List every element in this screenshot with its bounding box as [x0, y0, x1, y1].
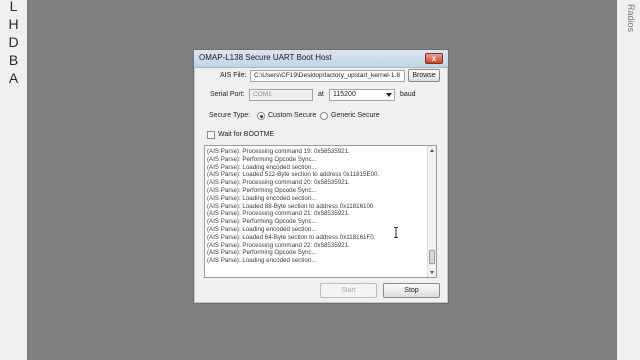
baud-rate-select[interactable]: 115200 — [329, 89, 395, 101]
uart-boot-host-dialog: OMAP-L138 Secure UART Boot Host x AIS Fi… — [193, 49, 449, 304]
generic-secure-label[interactable]: Generic Secure — [331, 112, 380, 119]
log-line: (AIS Parse): Performing Opcode Sync... — [207, 218, 317, 226]
wait-for-bootme-label[interactable]: Wait for BOOTME — [218, 131, 274, 138]
log-line: (AIS Parse): Loading encoded section... — [207, 194, 317, 202]
stop-button[interactable]: Stop — [383, 283, 440, 298]
custom-secure-radio[interactable] — [257, 112, 265, 120]
letter-h[interactable]: H — [8, 16, 19, 32]
generic-secure-radio[interactable] — [320, 112, 328, 120]
wait-for-bootme-checkbox[interactable] — [207, 131, 215, 139]
letter-a[interactable]: A — [9, 70, 19, 86]
custom-secure-label[interactable]: Custom Secure — [268, 112, 316, 119]
log-line: (AIS Parse): Processing command 19: 0x58… — [207, 148, 350, 155]
left-toolbar-strip: L H D B A — [0, 0, 28, 360]
scroll-down-arrow-icon[interactable] — [430, 271, 434, 274]
log-line: (AIS Parse): Processing command 21: 0x58… — [207, 210, 350, 218]
serial-port-label: Serial Port: — [210, 91, 245, 98]
letter-l[interactable]: L — [10, 0, 19, 14]
browse-button[interactable]: Browse — [408, 69, 440, 82]
log-line: (AIS Parse): Processing command 20: 0x58… — [207, 179, 350, 187]
log-scrollbar[interactable] — [427, 146, 436, 277]
baud-rate-value: 115200 — [333, 91, 356, 98]
ais-file-label: AIS File: — [220, 72, 247, 79]
log-output-area[interactable]: (AIS Parse): Processing command 19: 0x58… — [204, 145, 437, 278]
scroll-thumb[interactable] — [429, 250, 435, 264]
log-line: (AIS Parse): Loaded 88-Byte section to a… — [207, 202, 376, 210]
log-lines: (AIS Parse): Processing command 19: 0x58… — [207, 148, 429, 265]
log-line: (AIS Parse): Loaded 512-Byte section to … — [207, 171, 380, 179]
right-panel-strip: Radios — [616, 0, 640, 360]
serial-port-input[interactable]: COM1 — [249, 89, 313, 101]
radios-label[interactable]: Radios — [626, 4, 636, 32]
title-bar[interactable]: OMAP-L138 Secure UART Boot Host x — [194, 50, 448, 68]
chevron-down-icon — [386, 93, 392, 97]
letter-b[interactable]: B — [9, 52, 19, 68]
close-icon: x — [431, 54, 437, 63]
close-button[interactable]: x — [425, 53, 443, 64]
ais-file-input[interactable]: C:\Users\CF19\Desktop\factory_upstart_ke… — [250, 70, 405, 82]
text-cursor-icon — [394, 227, 398, 238]
at-label: at — [318, 91, 324, 98]
window-title: OMAP-L138 Secure UART Boot Host — [199, 53, 332, 62]
log-line: (AIS Parse): Loading encoded section... — [207, 257, 317, 265]
log-line: (AIS Parse): Performing Opcode Sync... — [207, 249, 317, 257]
letter-column: L H D B A — [7, 0, 21, 86]
log-line: (AIS Parse): Loading encoded section... — [207, 163, 317, 171]
log-line: (AIS Parse): Processing command 22: 0x58… — [207, 241, 350, 249]
secure-type-label: Secure Type: — [209, 112, 251, 119]
scroll-up-arrow-icon[interactable] — [430, 149, 434, 152]
log-line: (AIS Parse): Performing Opcode Sync... — [207, 186, 317, 194]
baud-label: baud — [400, 91, 416, 98]
start-button[interactable]: Start — [320, 283, 377, 298]
letter-d[interactable]: D — [8, 34, 19, 50]
log-line: (AIS Parse): Performing Opcode Sync... — [207, 155, 317, 163]
